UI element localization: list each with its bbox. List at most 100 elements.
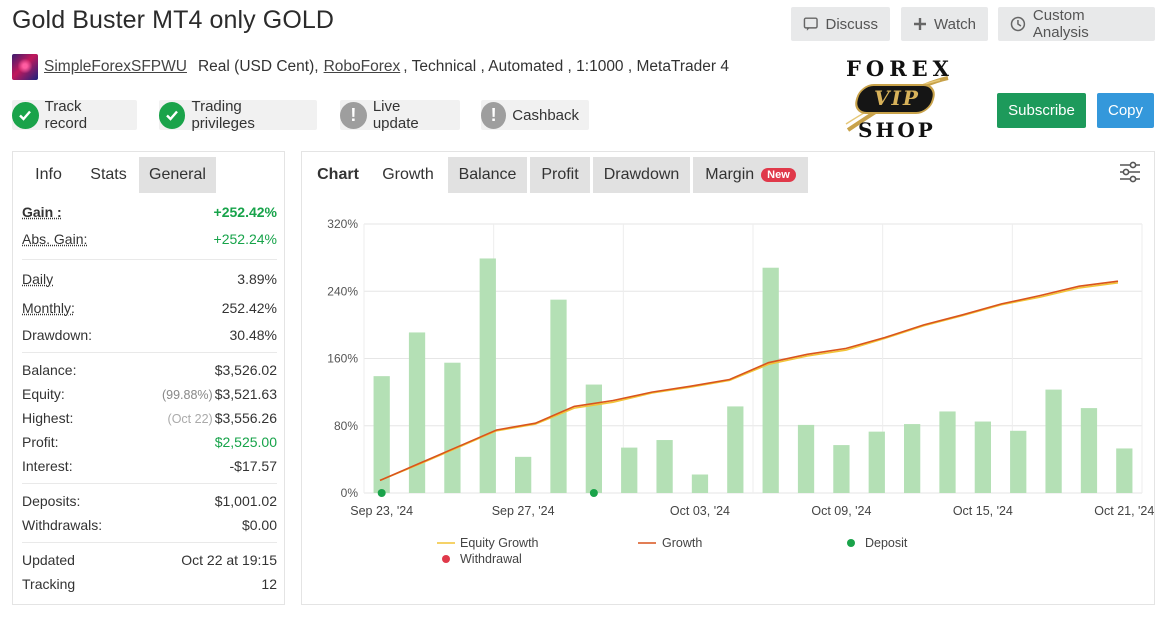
stat-label[interactable]: Daily xyxy=(22,271,53,287)
stat-value: -$17.57 xyxy=(229,458,277,474)
stat-label[interactable]: Gain : xyxy=(22,204,62,220)
stat-row-equity: Equity: (99.88%) $3,521.63 xyxy=(22,382,277,406)
badge-label: Live update xyxy=(372,98,419,132)
bar xyxy=(797,424,815,493)
stat-value: $2,525.00 xyxy=(214,434,277,450)
tab-drawdown[interactable]: Drawdown xyxy=(593,157,690,193)
tab-margin[interactable]: Margin New xyxy=(693,157,808,193)
bar xyxy=(479,258,496,493)
tab-profit[interactable]: Profit xyxy=(530,157,590,193)
stat-label: Highest: xyxy=(22,410,74,426)
logo-text-vip: VIP xyxy=(874,86,920,110)
stat-value: $1,001.02 xyxy=(214,493,277,509)
bar xyxy=(833,445,850,493)
bar xyxy=(1080,408,1098,493)
settings-sliders-icon[interactable] xyxy=(1118,160,1142,184)
bar xyxy=(974,421,991,493)
custom-analysis-label: Custom Analysis xyxy=(1032,7,1089,41)
check-icon xyxy=(159,101,186,129)
stat-label: Equity: xyxy=(22,386,65,402)
stat-value: $0.00 xyxy=(241,517,277,533)
x-tick-label: Oct 15, '24 xyxy=(953,504,1013,518)
legend-swatch-withdrawal xyxy=(442,555,450,563)
x-tick-label: Oct 09, '24 xyxy=(811,504,871,518)
stat-row-updated: Updated Oct 22 at 19:15 xyxy=(22,548,277,572)
logo-text-forex: FOREX xyxy=(846,56,954,81)
stat-value: 252.42% xyxy=(221,299,277,316)
subscribe-button[interactable]: Subscribe xyxy=(997,93,1086,128)
stat-label[interactable]: Monthly: xyxy=(22,300,75,316)
badge-live-update: ! Live update xyxy=(340,98,460,132)
broker-link[interactable]: RoboForex xyxy=(324,58,401,76)
stat-value: +252.42% xyxy=(213,204,277,220)
y-tick-label: 160% xyxy=(327,352,358,366)
growth-chart: 320% 240% 160% 80% 0% Sep 23, '24 Sep 27, '24 O… xyxy=(327,217,1154,566)
y-tick-label: 80% xyxy=(334,419,358,433)
copy-button[interactable]: Copy xyxy=(1097,93,1154,128)
x-tick-label: Oct 21, '24 xyxy=(1094,504,1154,518)
tab-chart[interactable]: Chart xyxy=(308,157,368,193)
tab-general[interactable]: General xyxy=(139,157,216,193)
page-title: Gold Buster MT4 only GOLD xyxy=(12,6,335,34)
bar xyxy=(585,384,602,493)
bar xyxy=(515,456,532,493)
y-tick-label: 240% xyxy=(327,284,358,298)
watch-button[interactable]: Watch xyxy=(901,7,988,41)
stat-label[interactable]: Abs. Gain: xyxy=(22,231,87,247)
username-link[interactable]: SimpleForexSFPWU xyxy=(44,58,187,76)
stat-value: Oct 22 at 19:15 xyxy=(181,552,277,568)
stats-panel: Info Stats General Gain : +252.42% Abs. G… xyxy=(12,151,285,605)
stat-label: Updated xyxy=(22,552,75,568)
account-type: Real (USD Cent), xyxy=(197,58,319,75)
stat-label: Balance: xyxy=(22,362,77,378)
stat-label: Interest: xyxy=(22,458,73,474)
stat-label: Drawdown: xyxy=(22,326,93,343)
stats-tabs: Info Stats General xyxy=(19,157,278,197)
badge-label: Trading privileges xyxy=(191,98,255,132)
stat-value: 12 xyxy=(261,576,277,592)
stat-row-deposits: Deposits: $1,001.02 xyxy=(22,489,277,513)
stat-label: Tracking xyxy=(22,576,76,592)
stat-row-daily: Daily 3.89% xyxy=(22,265,277,293)
bar xyxy=(1045,389,1062,493)
divider xyxy=(22,352,277,353)
y-tick-label: 320% xyxy=(327,217,358,231)
stat-label: Deposits: xyxy=(22,493,81,509)
stat-row-withdrawals: Withdrawals: $0.00 xyxy=(22,513,277,537)
discuss-button[interactable]: Discuss xyxy=(791,7,890,41)
divider xyxy=(22,259,277,260)
bar xyxy=(691,474,709,493)
bar xyxy=(762,267,779,493)
forex-vip-shop-logo: FOREX VIP SHOP xyxy=(838,54,956,144)
check-icon xyxy=(12,101,39,129)
stat-label: Withdrawals: xyxy=(22,517,103,533)
legend-label: Deposit xyxy=(865,536,908,550)
stat-value: +252.24% xyxy=(213,231,277,247)
new-badge: New xyxy=(761,168,796,182)
tab-stats[interactable]: Stats xyxy=(78,157,139,193)
tab-growth[interactable]: Growth xyxy=(371,157,445,193)
discuss-label: Discuss xyxy=(825,15,878,33)
account-meta: SimpleForexSFPWU Real (USD Cent), RoboFo… xyxy=(12,54,729,80)
stat-row-gain: Gain : +252.42% xyxy=(22,200,277,224)
stat-value: (Oct 22) $3,556.26 xyxy=(168,410,277,426)
divider xyxy=(22,483,277,484)
custom-analysis-button[interactable]: Custom Analysis xyxy=(998,7,1155,41)
chart-tabs: Chart Growth Balance Profit Drawdown Mar… xyxy=(308,157,1148,197)
deposit-marker xyxy=(377,489,386,497)
tab-info[interactable]: Info xyxy=(19,157,78,193)
avatar[interactable] xyxy=(12,54,38,80)
equity-percent: (99.88%) xyxy=(161,388,213,402)
stat-value: (99.88%) $3,521.63 xyxy=(162,386,277,402)
bar xyxy=(621,447,638,493)
exclamation-icon: ! xyxy=(340,101,367,129)
chart-panel: Chart Growth Balance Profit Drawdown Mar… xyxy=(301,151,1155,605)
bar xyxy=(1010,430,1027,493)
x-tick-label: Oct 03, '24 xyxy=(670,504,730,518)
tab-balance[interactable]: Balance xyxy=(448,157,527,193)
legend-label: Withdrawal xyxy=(460,552,522,566)
bar xyxy=(444,362,461,493)
y-tick-label: 0% xyxy=(341,486,359,500)
clock-icon xyxy=(1010,16,1026,32)
bar xyxy=(408,332,426,493)
